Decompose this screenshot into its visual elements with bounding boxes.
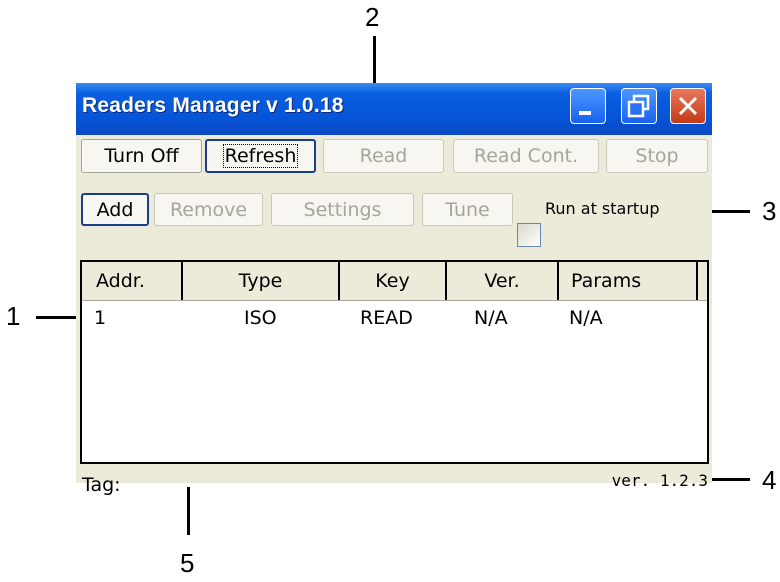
column-header-type[interactable]: Type xyxy=(183,262,340,300)
callout-number-2: 2 xyxy=(365,2,380,32)
tag-label: Tag: xyxy=(82,474,121,496)
callout-number-1: 1 xyxy=(6,301,21,331)
close-icon xyxy=(678,96,698,116)
minimize-button[interactable] xyxy=(570,88,606,124)
version-label: ver. 1.2.3 xyxy=(611,471,708,490)
callout-number-5: 5 xyxy=(180,548,195,578)
window-title: Readers Manager v 1.0.18 xyxy=(82,94,344,117)
callout-number-4: 4 xyxy=(762,465,777,495)
run-at-startup-checkbox[interactable] xyxy=(517,223,541,247)
settings-button[interactable]: Settings xyxy=(271,193,414,226)
cell-key: READ xyxy=(360,307,413,329)
turn-off-button[interactable]: Turn Off xyxy=(81,139,202,173)
stop-button[interactable]: Stop xyxy=(606,139,708,173)
title-bar[interactable]: Readers Manager v 1.0.18 xyxy=(76,83,712,135)
column-header-label: Type xyxy=(238,270,283,292)
column-header-key[interactable]: Key xyxy=(340,262,447,300)
refresh-label: Refresh xyxy=(222,144,299,168)
column-header-label: Addr. xyxy=(96,270,145,292)
remove-button[interactable]: Remove xyxy=(154,193,263,226)
add-label: Add xyxy=(96,198,134,221)
stop-label: Stop xyxy=(635,145,679,167)
cell-params: N/A xyxy=(569,307,603,329)
readers-manager-window: Readers Manager v 1.0.18 Turn Off Refres… xyxy=(76,83,712,496)
callout-line-4 xyxy=(706,478,750,481)
table-header: Addr. Type Key Ver. Params xyxy=(82,262,707,301)
callout-number-3: 3 xyxy=(762,196,777,226)
read-label: Read xyxy=(359,145,408,167)
run-at-startup-label[interactable]: Run at startup xyxy=(545,199,660,218)
refresh-button[interactable]: Refresh xyxy=(205,139,316,173)
read-cont-button[interactable]: Read Cont. xyxy=(453,139,599,173)
readers-table[interactable]: Addr. Type Key Ver. Params 1 ISO READ N/… xyxy=(80,260,709,464)
settings-label: Settings xyxy=(303,198,382,221)
close-button[interactable] xyxy=(670,88,706,124)
read-cont-label: Read Cont. xyxy=(473,145,579,167)
column-header-label: Key xyxy=(375,270,410,292)
column-header-label: Ver. xyxy=(484,270,520,292)
read-button[interactable]: Read xyxy=(323,139,444,173)
column-header-label: Params xyxy=(571,270,642,292)
restore-icon xyxy=(627,94,650,118)
restore-button[interactable] xyxy=(621,88,657,124)
tune-label: Tune xyxy=(445,198,490,221)
callout-line-5 xyxy=(187,487,190,535)
cell-ver: N/A xyxy=(474,307,508,329)
remove-label: Remove xyxy=(169,198,248,221)
column-header-ver[interactable]: Ver. xyxy=(447,262,559,300)
cell-type: ISO xyxy=(244,307,277,329)
column-header-addr[interactable]: Addr. xyxy=(82,262,183,300)
minimize-icon xyxy=(579,111,591,115)
add-button[interactable]: Add xyxy=(81,193,149,226)
tune-button[interactable]: Tune xyxy=(422,193,513,226)
table-row[interactable]: 1 ISO READ N/A N/A xyxy=(82,307,707,335)
cell-addr: 1 xyxy=(94,307,107,329)
turn-off-label: Turn Off xyxy=(104,145,179,167)
column-header-params[interactable]: Params xyxy=(559,262,698,300)
